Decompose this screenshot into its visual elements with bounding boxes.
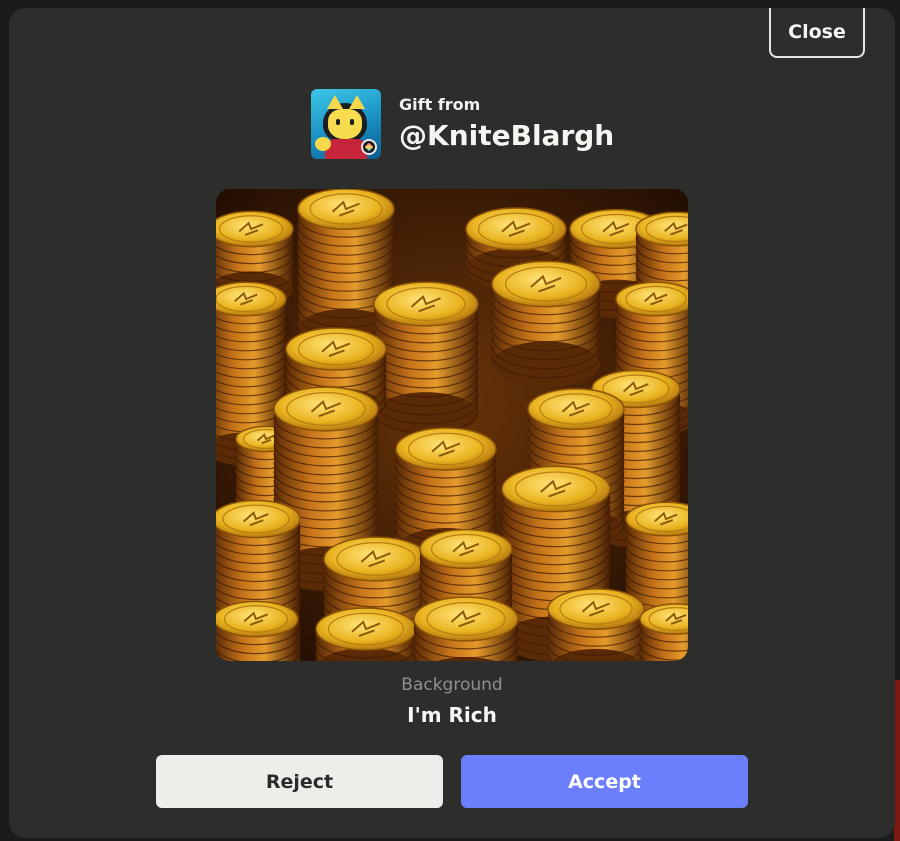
gift-sender: Gift from @KniteBlargh [311,89,614,159]
coin-stack [491,260,601,387]
close-button[interactable]: Close [769,8,865,58]
item-type-label: Background [401,675,503,695]
coin-stack [216,600,299,661]
coin-stack [413,596,519,661]
gold-coins-background-image [216,189,688,661]
coin-stack [373,281,479,436]
sender-avatar[interactable] [311,89,381,159]
accept-button[interactable]: Accept [461,755,748,808]
duck-icon [315,137,331,151]
coin-stack [639,603,688,661]
verified-badge-icon [361,139,377,155]
coins-illustration [216,189,688,661]
gift-modal: Close Gift from @KniteBlargh Background … [9,8,895,838]
sender-handle[interactable]: @KniteBlargh [399,119,614,153]
coin-stack [315,607,417,661]
reject-button[interactable]: Reject [156,755,443,808]
item-name: I'm Rich [407,703,497,727]
coin-stack [547,588,645,661]
gift-from-label: Gift from [399,95,481,114]
